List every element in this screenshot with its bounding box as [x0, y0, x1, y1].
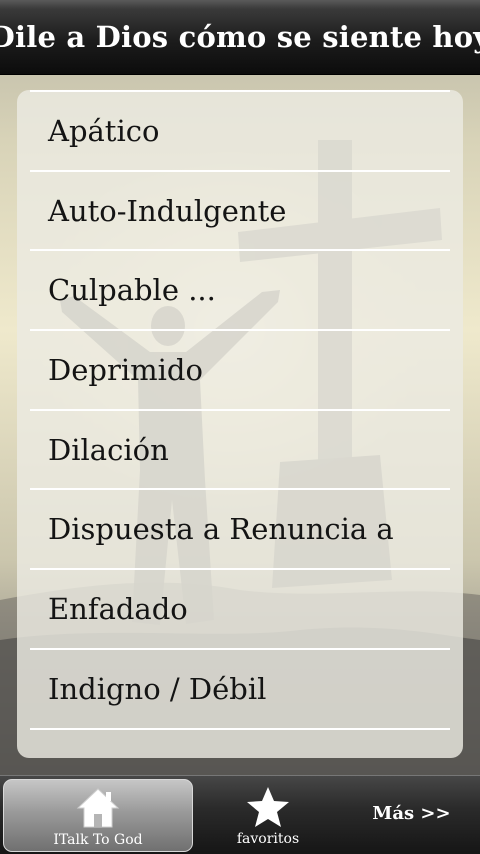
list-item-dilacion[interactable]: Dilación [30, 408, 450, 489]
list-item-culpable[interactable]: Culpable ... [30, 249, 450, 329]
list-item-auto-indulgente[interactable]: Auto-Indulgente [30, 169, 450, 250]
page-title: Dile a Dios cómo se siente hoy [0, 20, 480, 54]
bottom-tab-bar: ITalk To God favoritos Más >> [0, 775, 480, 854]
tab-mas[interactable]: Más >> [343, 779, 480, 852]
title-bar: Dile a Dios cómo se siente hoy [0, 0, 480, 75]
tab-favoritos[interactable]: favoritos [193, 779, 343, 852]
tab-label: favoritos [236, 831, 300, 847]
list-item-indigno-debil[interactable]: Indigno / Débil [30, 647, 450, 728]
list-item-apatico[interactable]: Apático [30, 90, 450, 170]
tab-label: Más >> [372, 803, 451, 824]
home-icon [76, 788, 120, 828]
list-item-enfadado[interactable]: Enfadado [30, 568, 450, 648]
tab-italk-to-god[interactable]: ITalk To God [3, 779, 193, 852]
feelings-list-panel: Apático Auto-Indulgente Culpable ... Dep… [17, 90, 463, 758]
feelings-list: Apático Auto-Indulgente Culpable ... Dep… [30, 90, 450, 730]
star-icon [247, 787, 289, 827]
list-item-deprimido[interactable]: Deprimido [30, 329, 450, 409]
list-item-dispuesta-a-renuncia[interactable]: Dispuesta a Renuncia a [30, 488, 450, 568]
app-screen: Dile a Dios cómo se siente hoy Apático A… [0, 0, 480, 854]
list-divider [30, 727, 450, 730]
tab-label: ITalk To God [53, 832, 143, 848]
